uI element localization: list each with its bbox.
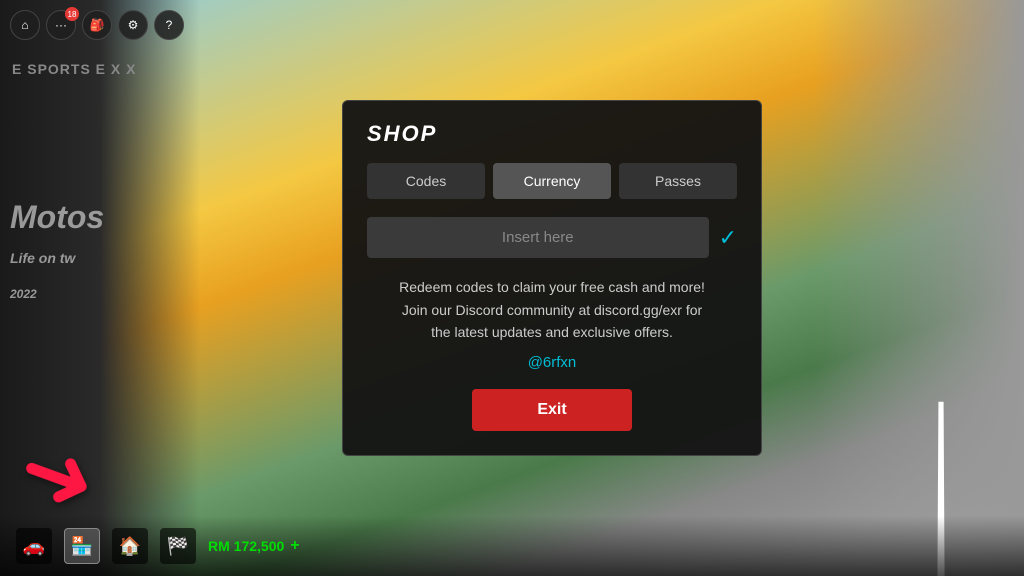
garage-icon[interactable]: 🏠 — [112, 528, 148, 564]
code-input[interactable] — [367, 217, 709, 258]
exit-button[interactable]: Exit — [472, 389, 632, 431]
modal-overlay: SHOP Codes Currency Passes ✓ Redeem code… — [0, 0, 1024, 576]
shop-title: SHOP — [367, 121, 737, 147]
shop-bottom-icon[interactable]: 🏪 — [64, 528, 100, 564]
tab-currency[interactable]: Currency — [493, 163, 611, 199]
currency-amount: RM 172,500 — [208, 538, 284, 554]
bottom-hud: 🚗 🏪 🏠 🏁 RM 172,500 + — [0, 516, 1024, 576]
shop-modal: SHOP Codes Currency Passes ✓ Redeem code… — [342, 100, 762, 455]
discord-handle: @6rfxn — [367, 354, 737, 371]
tab-codes[interactable]: Codes — [367, 163, 485, 199]
car-icon[interactable]: 🚗 — [16, 528, 52, 564]
code-input-row: ✓ — [367, 217, 737, 258]
currency-plus-button[interactable]: + — [290, 537, 299, 555]
race-icon[interactable]: 🏁 — [160, 528, 196, 564]
tabs-container: Codes Currency Passes — [367, 163, 737, 199]
tab-passes[interactable]: Passes — [619, 163, 737, 199]
description-text: Redeem codes to claim your free cash and… — [367, 276, 737, 343]
currency-display: RM 172,500 + — [208, 537, 300, 555]
check-button[interactable]: ✓ — [719, 225, 737, 251]
